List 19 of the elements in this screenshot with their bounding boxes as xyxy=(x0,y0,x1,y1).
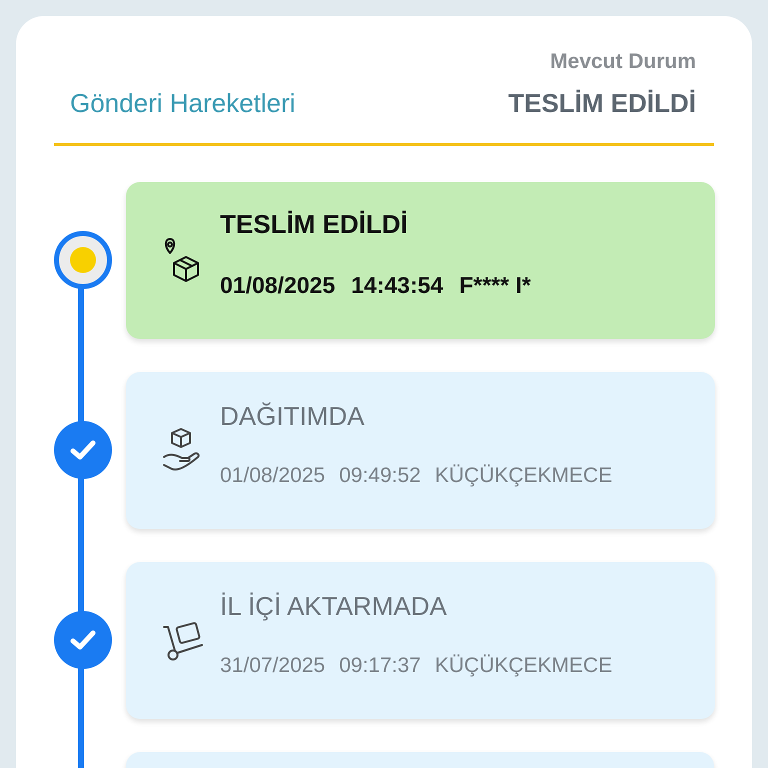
check-icon xyxy=(69,439,97,461)
pin-box-icon xyxy=(162,237,202,283)
event-location: F**** I* xyxy=(459,271,531,300)
event-date: 01/08/2025 xyxy=(220,271,336,300)
status-value: TESLİM EDİLDİ xyxy=(508,86,696,120)
event-title: İL İÇİ AKTARMADA xyxy=(220,590,448,623)
check-icon xyxy=(69,629,97,651)
event-location: KÜÇÜKÇEKMECE xyxy=(434,462,612,489)
hand-box-icon xyxy=(162,427,202,473)
event-date: 01/08/2025 xyxy=(220,462,326,489)
event-title: TESLİM EDİLDİ xyxy=(220,208,409,242)
event-time: 14:43:54 xyxy=(351,271,444,300)
event-date: 31/07/2025 xyxy=(220,652,326,679)
event-time: 09:17:37 xyxy=(339,652,421,679)
section-title: Gönderi Hareketleri xyxy=(69,86,296,120)
event-title: DAĞITIMDA xyxy=(220,400,366,433)
event-location: KÜÇÜKÇEKMECE xyxy=(434,652,612,679)
event-time: 09:49:52 xyxy=(339,462,421,489)
status-label: Mevcut Durum xyxy=(550,49,696,75)
